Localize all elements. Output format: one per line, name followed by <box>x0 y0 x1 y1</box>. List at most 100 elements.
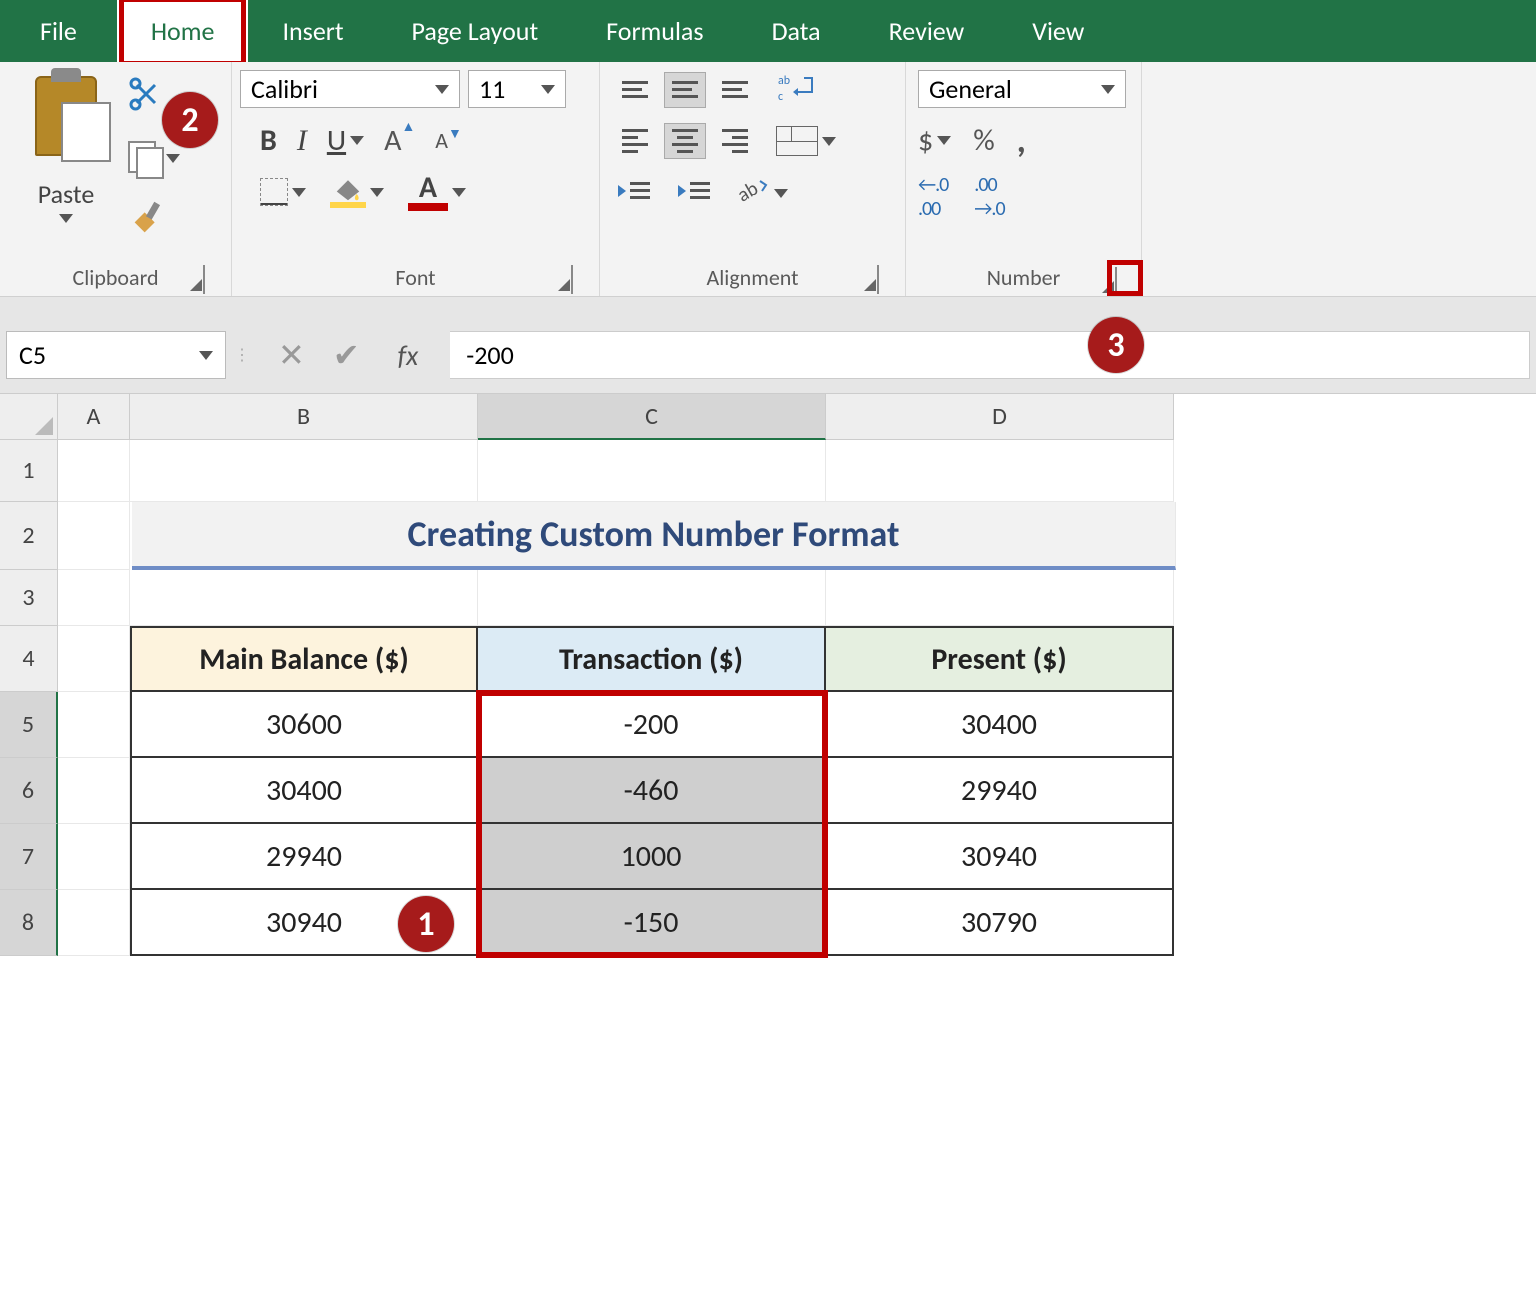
orientation-button[interactable]: ab <box>734 173 788 214</box>
align-left-button[interactable] <box>614 123 656 159</box>
cell-D3[interactable] <box>826 570 1174 626</box>
accounting-format-button[interactable]: $ <box>918 122 951 159</box>
format-painter-button[interactable] <box>128 199 168 244</box>
row-header-5[interactable]: 5 <box>0 692 58 758</box>
col-header-B[interactable]: B <box>130 394 478 440</box>
cut-button[interactable] <box>128 76 164 117</box>
decrease-decimal-button[interactable]: .00→.0 <box>974 173 1004 221</box>
row-header-4[interactable]: 4 <box>0 626 58 692</box>
cell-D8[interactable]: 30790 <box>826 890 1174 956</box>
chevron-down-icon[interactable] <box>937 136 951 145</box>
cell-B5[interactable]: 30600 <box>130 692 478 758</box>
cell-A7[interactable] <box>58 824 130 890</box>
row-header-3[interactable]: 3 <box>0 570 58 626</box>
cell-C1[interactable] <box>478 440 826 502</box>
chevron-down-icon[interactable] <box>774 189 788 198</box>
font-color-button[interactable]: A <box>408 173 466 211</box>
chevron-down-icon[interactable] <box>292 188 306 197</box>
align-center-button[interactable] <box>664 123 706 159</box>
underline-button[interactable]: U <box>327 122 364 159</box>
cancel-formula-button[interactable]: ✕ <box>278 336 305 375</box>
cell-A6[interactable] <box>58 758 130 824</box>
row-header-8[interactable]: 8 <box>0 890 58 956</box>
tab-insert[interactable]: Insert <box>248 0 377 62</box>
merge-center-button[interactable] <box>776 126 836 156</box>
paste-button[interactable]: Paste <box>16 70 116 262</box>
row-header-2[interactable]: 2 <box>0 502 58 570</box>
shrink-font-button[interactable]: A▼ <box>435 127 462 154</box>
header-present[interactable]: Present ($) <box>826 626 1174 692</box>
font-name-combo[interactable]: Calibri <box>240 70 460 108</box>
row-header-7[interactable]: 7 <box>0 824 58 890</box>
cell-B6[interactable]: 30400 <box>130 758 478 824</box>
cell-C3[interactable] <box>478 570 826 626</box>
align-top-button[interactable] <box>614 72 656 108</box>
chevron-down-icon[interactable] <box>350 136 364 145</box>
tab-review[interactable]: Review <box>855 0 999 62</box>
cell-C5[interactable]: -200 <box>478 692 826 758</box>
alignment-launcher[interactable] <box>877 266 897 286</box>
font-size-combo[interactable]: 11 <box>468 70 566 108</box>
italic-button[interactable]: I <box>297 124 307 158</box>
comma-format-button[interactable]: , <box>1017 133 1026 147</box>
grow-font-button[interactable]: A▲ <box>384 122 415 159</box>
cell-A8[interactable] <box>58 890 130 956</box>
header-transaction[interactable]: Transaction ($) <box>478 626 826 692</box>
align-bottom-button[interactable] <box>714 72 756 108</box>
clipboard-launcher[interactable] <box>203 266 223 286</box>
cell-A1[interactable] <box>58 440 130 502</box>
cell-C8[interactable]: -150 <box>478 890 826 956</box>
percent-format-button[interactable]: % <box>973 122 994 159</box>
tab-page-layout[interactable]: Page Layout <box>378 0 573 62</box>
col-header-C[interactable]: C <box>478 394 826 440</box>
number-launcher[interactable] <box>1115 268 1135 288</box>
select-all-corner[interactable] <box>0 394 58 440</box>
font-launcher[interactable] <box>571 266 591 286</box>
cell-B7[interactable]: 29940 <box>130 824 478 890</box>
chevron-down-icon[interactable] <box>452 188 466 197</box>
decrease-indent-button[interactable] <box>614 176 654 211</box>
tab-view[interactable]: View <box>998 0 1118 62</box>
cell-D1[interactable] <box>826 440 1174 502</box>
increase-indent-button[interactable] <box>674 176 714 211</box>
enter-formula-button[interactable]: ✔ <box>333 336 360 375</box>
cell-D5[interactable]: 30400 <box>826 692 1174 758</box>
cell-B1[interactable] <box>130 440 478 502</box>
wrap-text-button[interactable]: abc <box>776 70 818 109</box>
name-box[interactable]: C5 <box>6 331 226 379</box>
chevron-down-icon[interactable] <box>199 351 213 360</box>
tab-home[interactable]: Home <box>117 0 249 62</box>
row-header-1[interactable]: 1 <box>0 440 58 502</box>
chevron-down-icon[interactable] <box>370 188 384 197</box>
cell-B3[interactable] <box>130 570 478 626</box>
tab-formulas[interactable]: Formulas <box>572 0 737 62</box>
col-header-D[interactable]: D <box>826 394 1174 440</box>
header-main-balance[interactable]: Main Balance ($) <box>130 626 478 692</box>
cell-D7[interactable]: 30940 <box>826 824 1174 890</box>
borders-button[interactable] <box>260 178 306 206</box>
insert-function-button[interactable]: fx <box>398 338 419 373</box>
formula-input[interactable]: -200 <box>450 331 1530 379</box>
align-middle-button[interactable] <box>664 72 706 108</box>
cell-A3[interactable] <box>58 570 130 626</box>
tab-data[interactable]: Data <box>738 0 855 62</box>
copy-dropdown-icon[interactable] <box>166 154 180 163</box>
cell-C7[interactable]: 1000 <box>478 824 826 890</box>
cell-C6[interactable]: -460 <box>478 758 826 824</box>
col-header-A[interactable]: A <box>58 394 130 440</box>
copy-button[interactable] <box>128 141 180 175</box>
tab-file[interactable]: File <box>0 0 117 62</box>
fill-color-button[interactable] <box>330 176 384 208</box>
chevron-down-icon[interactable] <box>822 137 836 146</box>
cell-A4[interactable] <box>58 626 130 692</box>
sheet-title[interactable]: Creating Custom Number Format <box>132 502 1176 570</box>
increase-decimal-button[interactable]: ←.0.00 <box>918 173 948 221</box>
cell-A2[interactable] <box>58 502 130 570</box>
number-format-combo[interactable]: General <box>918 70 1126 108</box>
cell-A5[interactable] <box>58 692 130 758</box>
row-header-6[interactable]: 6 <box>0 758 58 824</box>
cell-D6[interactable]: 29940 <box>826 758 1174 824</box>
align-right-button[interactable] <box>714 123 756 159</box>
paste-dropdown-icon[interactable] <box>59 214 73 223</box>
bold-button[interactable]: B <box>260 122 277 159</box>
